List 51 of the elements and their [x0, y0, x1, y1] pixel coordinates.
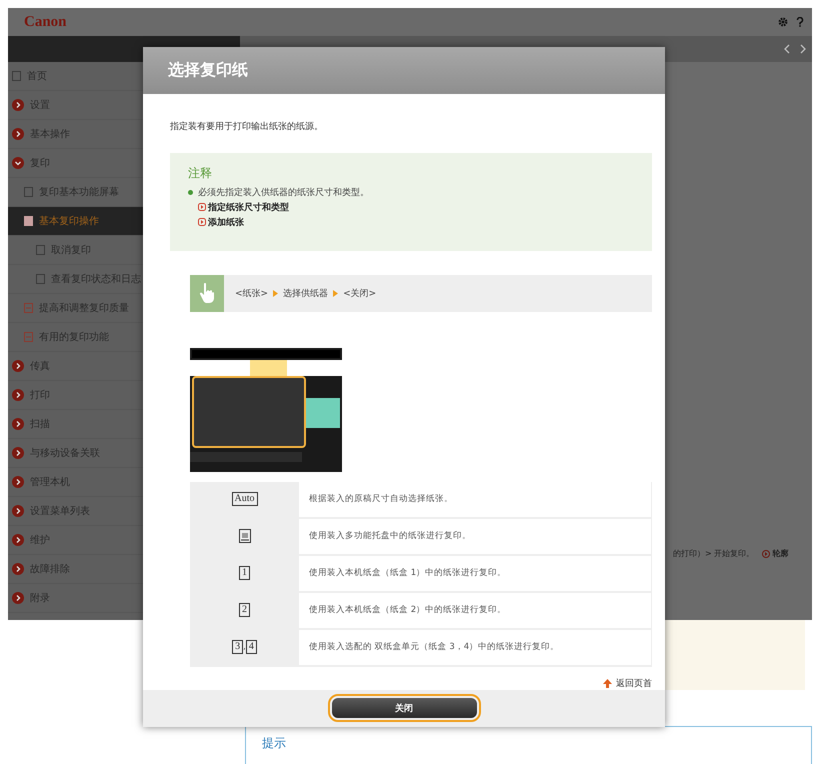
description-cell: 根据装入的原稿尺寸自动选择纸张。	[299, 482, 652, 518]
folder-icon	[24, 332, 33, 342]
page-icon	[24, 216, 33, 226]
up-arrow-icon	[603, 678, 612, 688]
step-arrow-icon	[333, 290, 338, 297]
content-link[interactable]: 轮廓	[772, 548, 788, 559]
page-icon	[36, 274, 45, 284]
next-icon[interactable]	[800, 44, 806, 54]
description-cell: 使用装入选配的 双纸盒单元（纸盒 3，4）中的纸张进行复印。	[299, 628, 652, 666]
close-button[interactable]: 关闭	[332, 698, 476, 718]
page-icon	[36, 245, 45, 255]
chevron-right-icon	[12, 128, 24, 140]
page-icon	[12, 71, 21, 81]
chevron-right-icon	[12, 563, 24, 575]
chevron-right-icon	[12, 389, 24, 401]
key-label: Auto	[232, 492, 258, 506]
step-text: <关闭>	[343, 288, 376, 300]
previous-icon[interactable]	[784, 44, 790, 54]
step-text: 选择供纸器	[283, 288, 328, 300]
chevron-right-icon	[12, 418, 24, 430]
key-label: 4	[246, 640, 257, 654]
chevron-right-icon	[12, 534, 24, 546]
bullet-icon	[188, 190, 193, 195]
key-label: 3	[232, 640, 244, 654]
hand-pointer-icon	[199, 282, 215, 304]
link-arrow-icon	[762, 550, 770, 558]
link-arrow-icon	[198, 218, 206, 226]
chevron-right-icon	[12, 476, 24, 488]
separator-text: ,	[243, 642, 246, 652]
help-icon[interactable]	[796, 17, 804, 27]
key-label: 1	[239, 566, 250, 580]
chevron-right-icon	[12, 505, 24, 517]
chevron-right-icon	[12, 99, 24, 111]
hint-title: 提示	[262, 735, 287, 752]
step-arrow-icon	[273, 290, 278, 297]
chevron-down-icon	[12, 157, 24, 169]
chevron-right-icon	[12, 447, 24, 459]
content-text: 的打印）> 开始复印。	[673, 548, 754, 559]
chevron-right-icon	[12, 360, 24, 372]
back-to-top-link[interactable]: 返回页首	[616, 676, 652, 690]
settings-icon[interactable]	[778, 17, 788, 27]
brand-logo: Canon	[24, 14, 68, 30]
link-arrow-icon	[198, 203, 206, 212]
folder-icon	[24, 303, 33, 313]
description-cell: 使用装入本机纸盒（纸盒 1）中的纸张进行复印。	[299, 554, 652, 592]
key-label: 2	[239, 603, 250, 618]
description-cell: 使用装入本机纸盒（纸盒 2）中的纸张进行复印。	[299, 592, 652, 629]
chevron-right-icon	[12, 592, 24, 604]
page-icon	[24, 187, 33, 197]
description-cell: 使用装入多功能托盘中的纸张进行复印。	[299, 518, 652, 555]
paper-tray-icon	[238, 529, 250, 544]
